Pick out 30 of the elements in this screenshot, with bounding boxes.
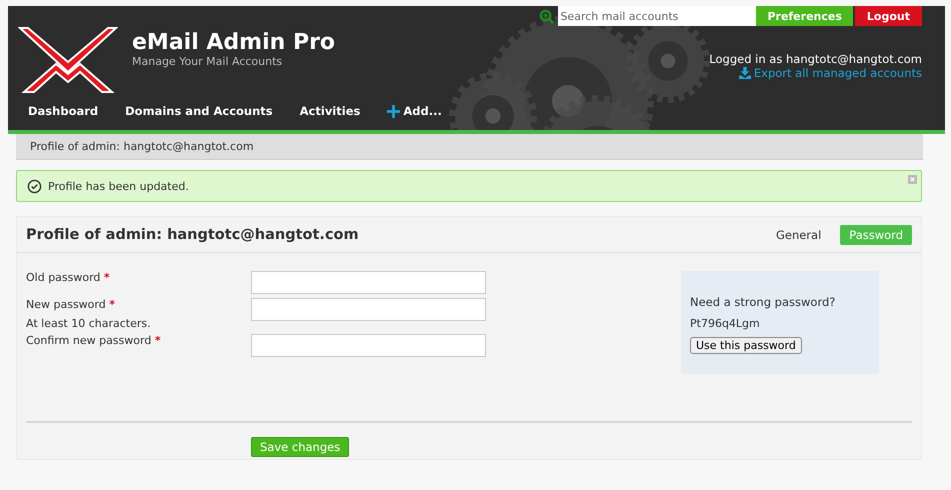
nav-link[interactable]: Activities [300, 104, 360, 118]
nav-link[interactable]: Dashboard [28, 104, 98, 118]
header-button[interactable]: Logout [854, 6, 922, 26]
check-circle-icon [27, 178, 42, 194]
generated-password: Pt796q4Lgm [690, 317, 760, 330]
download-icon [738, 67, 751, 79]
app-subtitle: Manage Your Mail Accounts [132, 55, 284, 68]
nav-link[interactable]: Add... [387, 104, 442, 118]
field-hint: At least 10 characters. [26, 317, 152, 330]
panel-title: Profile of admin: hangtotc@hangtot.com [26, 226, 359, 242]
search-field[interactable]: Search mail accounts [558, 6, 756, 26]
password-field[interactable] [251, 271, 486, 294]
app-title: eMail Admin Pro [132, 30, 336, 55]
field-label: Old password * [26, 271, 111, 284]
envelope-logo-icon [18, 24, 118, 94]
tab[interactable]: General [766, 224, 830, 244]
nav-link[interactable]: Domains and Accounts [125, 104, 273, 118]
password-field[interactable] [251, 298, 486, 321]
use-password-button[interactable]: Use this password [690, 337, 802, 354]
plus-icon [387, 104, 400, 118]
alert-message: Profile has been updated. [48, 180, 189, 192]
field-label: New password * [26, 298, 116, 311]
breadcrumb-text: Profile of admin: hangtotc@hangtot.com [30, 140, 254, 153]
export-link[interactable]: Export all managed accounts [738, 66, 922, 80]
search-icon [539, 8, 554, 24]
helper-title: Need a strong password? [690, 295, 836, 309]
close-icon[interactable] [908, 175, 917, 184]
password-field[interactable] [251, 334, 486, 357]
logged-in-text: Logged in as hangtotc@hangtot.com [709, 52, 922, 66]
field-label: Confirm new password * [26, 334, 162, 347]
